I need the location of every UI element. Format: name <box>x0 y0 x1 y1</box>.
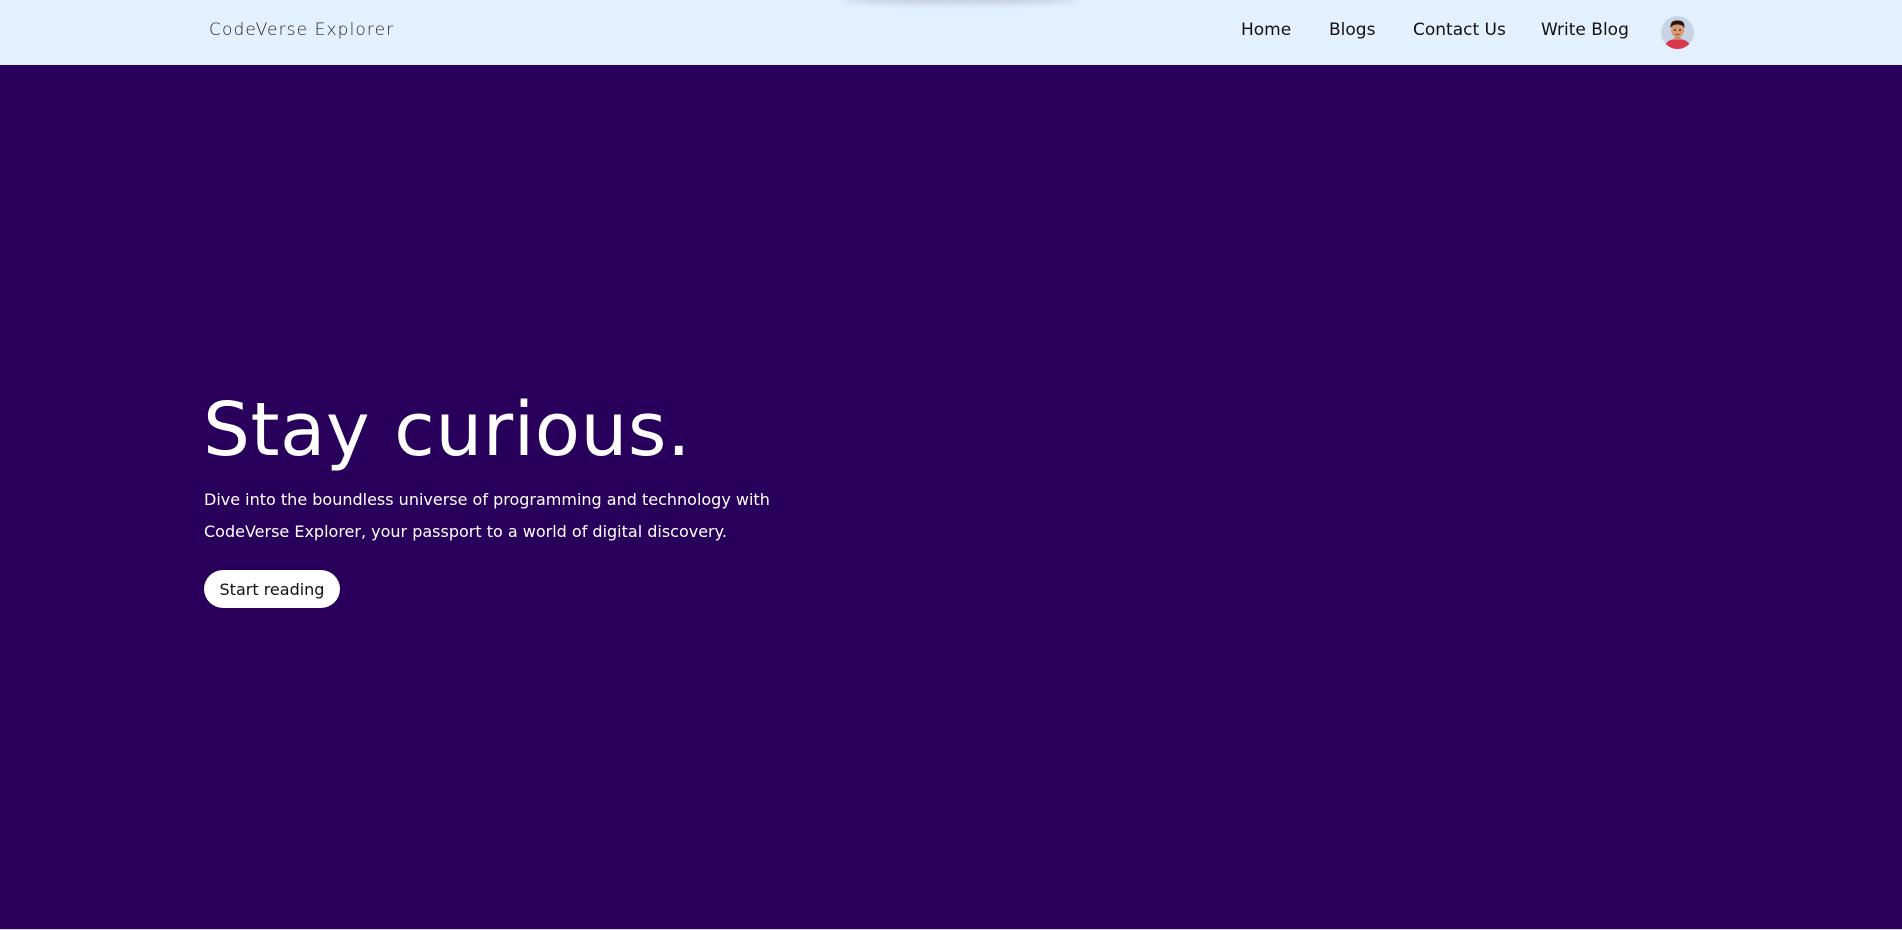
top-navbar: CodeVerse Explorer Home Blogs Contact Us… <box>0 0 1902 65</box>
nav-link-write-blog[interactable]: Write Blog <box>1541 20 1629 40</box>
nav-link-contact-us[interactable]: Contact Us <box>1413 20 1506 40</box>
start-reading-button[interactable]: Start reading <box>204 570 340 608</box>
nav-link-home[interactable]: Home <box>1241 20 1291 40</box>
brand-logo-text[interactable]: CodeVerse Explorer <box>209 20 394 40</box>
nav-link-blogs[interactable]: Blogs <box>1329 20 1375 40</box>
user-avatar-icon[interactable] <box>1661 16 1694 49</box>
hero-title: Stay curious. <box>203 387 691 473</box>
hero-description: Dive into the boundless universe of prog… <box>204 490 770 541</box>
